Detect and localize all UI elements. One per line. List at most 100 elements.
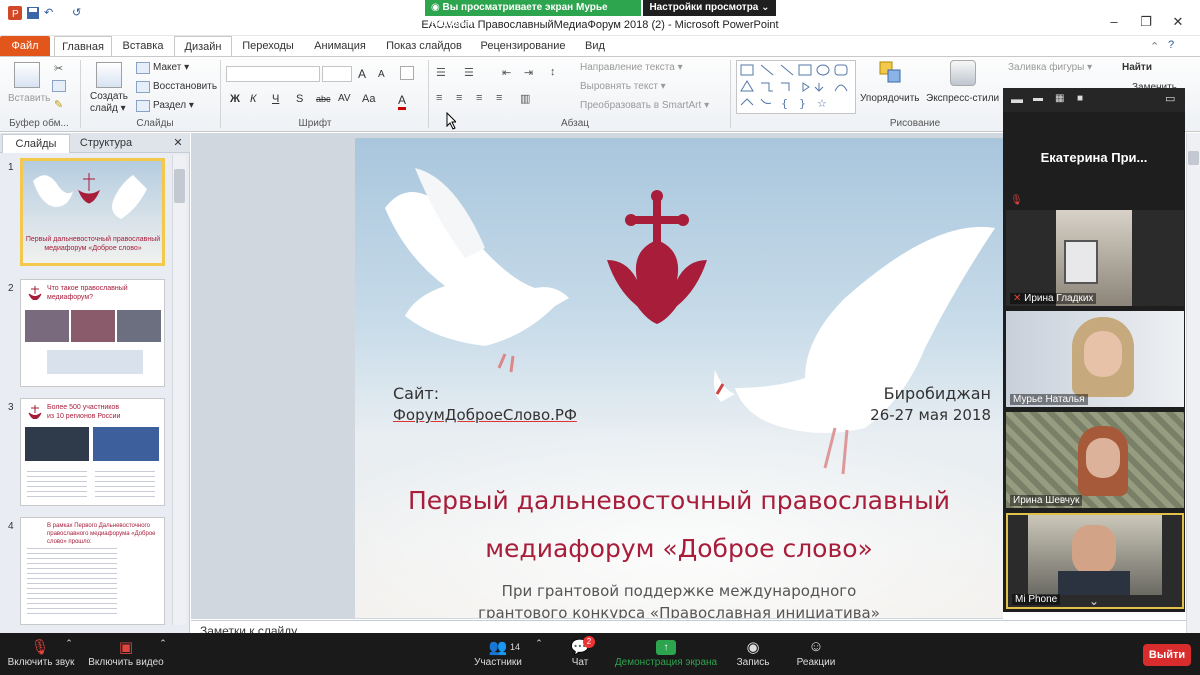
expand-panel-icon[interactable]: ▭ [1165, 92, 1175, 105]
new-slide-icon[interactable] [96, 62, 122, 88]
tab-transitions[interactable]: Переходы [236, 36, 300, 56]
participant-tile[interactable]: Мурье Наталья [1006, 311, 1184, 407]
thumbnail-scrollbar[interactable] [172, 155, 186, 625]
slide-thumbnail-2[interactable]: Что такое православный медиафорум? [20, 279, 165, 387]
new-slide-button[interactable]: Создать слайд ▾ [90, 91, 136, 115]
italic-button[interactable]: К [250, 93, 256, 105]
undo-icon[interactable]: ↶ [44, 6, 58, 20]
align-center-icon[interactable]: ≡ [456, 92, 462, 104]
shape-fill-button[interactable]: Заливка фигуры ▾ [1008, 62, 1092, 73]
video-off-icon[interactable]: ▣ [114, 638, 138, 656]
share-screen-button[interactable]: Демонстрация экрана [612, 657, 720, 668]
reactions-icon[interactable]: ☺ [806, 638, 826, 655]
smartart-button[interactable]: Преобразовать в SmartArt ▾ [580, 100, 709, 111]
view-strip-icon[interactable]: ▬ [1033, 93, 1043, 104]
layout-button[interactable]: Макет ▾ [153, 62, 189, 73]
tab-home[interactable]: Главная [54, 36, 112, 56]
quick-styles-icon[interactable] [950, 60, 976, 86]
font-color-button[interactable]: A [398, 93, 407, 110]
video-options-chevron-icon[interactable]: ⌃ [158, 638, 168, 649]
align-right-icon[interactable]: ≡ [476, 92, 482, 104]
collapse-ribbon-icon[interactable]: ⌃ [1150, 40, 1159, 53]
close-button[interactable]: ✕ [1162, 14, 1194, 30]
tab-outline-pane[interactable]: Структура [70, 134, 142, 153]
help-icon[interactable]: ? [1168, 39, 1174, 51]
shrink-font-button[interactable]: A [378, 69, 385, 80]
format-painter-icon[interactable]: ✎ [54, 98, 63, 111]
shapes-gallery[interactable]: { } ☆ [736, 60, 856, 114]
decrease-indent-icon[interactable]: ⇤ [502, 66, 511, 79]
char-spacing-button[interactable]: AV [338, 93, 351, 104]
reactions-button[interactable]: Реакции [790, 657, 842, 668]
arrange-icon[interactable] [878, 60, 904, 86]
text-direction-button[interactable]: Направление текста ▾ [580, 62, 683, 73]
tab-review[interactable]: Рецензирование [474, 36, 572, 56]
tab-view[interactable]: Вид [578, 36, 612, 56]
record-button[interactable]: Запись [732, 657, 774, 668]
participants-icon[interactable]: 👥 [486, 638, 510, 656]
participants-chevron-icon[interactable]: ⌃ [534, 638, 544, 649]
audio-options-chevron-icon[interactable]: ⌃ [64, 638, 74, 649]
line-spacing-icon[interactable]: ↕ [550, 66, 556, 78]
slide-thumbnail-1[interactable]: Первый дальневосточный православный меди… [20, 158, 165, 266]
scrollbar-thumb[interactable] [1188, 151, 1199, 165]
close-pane-button[interactable]: ✕ [172, 134, 184, 153]
copy-icon[interactable] [52, 80, 66, 92]
participant-tile[interactable]: Ирина Шевчук [1006, 412, 1184, 508]
record-icon[interactable]: ◉ [744, 638, 762, 656]
grow-font-button[interactable]: A [358, 67, 366, 81]
columns-icon[interactable]: ▥ [520, 92, 530, 105]
bullets-icon[interactable]: ☰ [436, 66, 446, 79]
mic-off-icon[interactable]: 🎙 [30, 638, 50, 656]
reset-button[interactable]: Восстановить [153, 81, 217, 92]
section-button[interactable]: Раздел ▾ [153, 100, 194, 111]
tab-slides-pane[interactable]: Слайды [2, 134, 70, 153]
notes-pane[interactable] [191, 620, 1186, 634]
font-size-select[interactable] [322, 66, 352, 82]
tab-design[interactable]: Дизайн [174, 36, 232, 56]
share-screen-icon[interactable]: ↑ [656, 640, 676, 655]
redo-icon[interactable]: ↺ [72, 6, 86, 20]
start-video-button[interactable]: Включить видео [86, 657, 166, 668]
tab-insert[interactable]: Вставка [114, 36, 172, 56]
quick-styles-button[interactable]: Экспресс-стили [926, 93, 999, 104]
cut-icon[interactable]: ✂ [54, 62, 63, 75]
view-options-button[interactable]: Настройки просмотра ⌄ [643, 0, 776, 16]
slide-scrollbar[interactable] [1186, 133, 1200, 633]
minimize-panel-icon[interactable]: ▬ [1011, 92, 1023, 106]
numbering-icon[interactable]: ☰ [464, 66, 474, 79]
chat-button[interactable]: Чат [560, 657, 600, 668]
align-left-icon[interactable]: ≡ [436, 92, 442, 104]
paste-button[interactable]: Вставить [8, 93, 50, 104]
font-name-select[interactable] [226, 66, 320, 82]
align-text-button[interactable]: Выровнять текст ▾ [580, 81, 666, 92]
change-case-button[interactable]: Aa [362, 93, 375, 105]
tab-slideshow[interactable]: Показ слайдов [380, 36, 468, 56]
arrange-button[interactable]: Упорядочить [860, 93, 920, 104]
tab-animations[interactable]: Анимация [306, 36, 374, 56]
unmute-button[interactable]: Включить звук [0, 657, 82, 668]
scrollbar-thumb[interactable] [174, 169, 185, 203]
view-grid-icon[interactable]: ▦ [1055, 93, 1064, 104]
participants-button[interactable]: Участники [468, 657, 528, 668]
increase-indent-icon[interactable]: ⇥ [524, 66, 533, 79]
minimize-button[interactable]: – [1098, 14, 1130, 29]
view-single-icon[interactable]: ■ [1077, 93, 1083, 104]
leave-meeting-button[interactable]: Выйти [1143, 644, 1191, 666]
bold-button[interactable]: Ж [230, 93, 240, 105]
paste-icon[interactable] [14, 62, 40, 88]
justify-icon[interactable]: ≡ [496, 92, 502, 104]
slide-thumbnail-4[interactable]: В рамках Первого Дальневосточного правос… [20, 517, 165, 625]
participant-tile[interactable]: ✕ Ирина Гладких [1006, 210, 1184, 306]
slide-thumbnail-3[interactable]: Более 500 участников из 10 регионов Росс… [20, 398, 165, 506]
scroll-participants-icon[interactable]: ⌄ [1003, 594, 1185, 608]
underline-button[interactable]: Ч [272, 93, 279, 105]
restore-button[interactable]: ❐ [1130, 14, 1162, 30]
strikethrough-button[interactable]: abc [316, 94, 331, 104]
shadow-button[interactable]: S [296, 93, 303, 105]
current-slide[interactable]: Сайт: ФорумДоброеСлово.РФ Биробиджан 26-… [355, 138, 1003, 618]
clear-format-icon[interactable] [400, 66, 414, 80]
find-button[interactable]: Найти [1122, 62, 1152, 73]
save-icon[interactable] [26, 6, 40, 20]
tab-file[interactable]: Файл [0, 36, 50, 56]
